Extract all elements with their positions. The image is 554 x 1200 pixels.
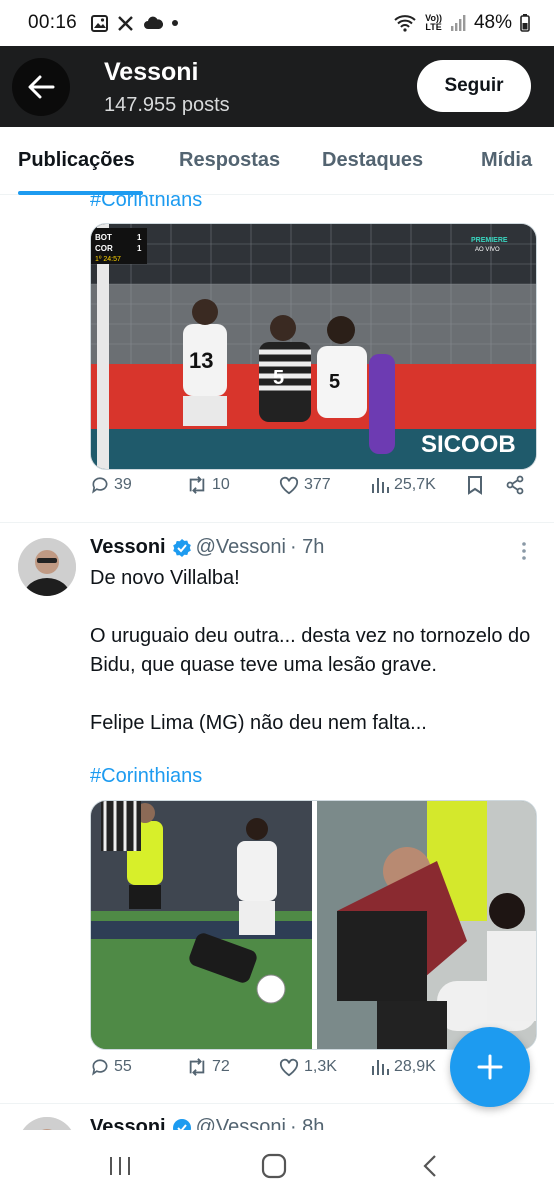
volte-label: Vo)) LTE (425, 13, 442, 32)
heart-icon (279, 476, 299, 495)
post1-like-button[interactable]: 377 (278, 475, 331, 495)
post3-header: Vessoni @Vessoni · 8h (90, 1116, 324, 1130)
recent-apps-button[interactable] (100, 1148, 140, 1184)
reply-count: 39 (114, 476, 132, 493)
heart-icon (279, 1058, 299, 1077)
scoreboard-team1: BOT (95, 233, 112, 242)
reply-icon (92, 477, 108, 494)
recent-apps-icon (110, 1157, 130, 1175)
post2-text-line2: O uruguaio deu outra... desta vez no tor… (90, 625, 531, 676)
views-icon (372, 478, 389, 493)
post2-reply-button[interactable]: 55 (90, 1057, 132, 1077)
post1-image[interactable]: BOT COR 1 1 1º 24:57 PREMIERE AO VIVO SI… (90, 223, 537, 470)
post2-hashtag[interactable]: #Corinthians (90, 765, 202, 788)
post3-handle[interactable]: @Vessoni (196, 1116, 286, 1130)
post1-hashtag[interactable]: #Corinthians (90, 195, 202, 212)
status-time: 00:16 (28, 12, 78, 33)
tab-destaques[interactable]: Destaques (322, 149, 423, 172)
jersey-number-3: 5 (329, 371, 340, 393)
notification-icons (91, 14, 179, 32)
share-icon (506, 475, 524, 495)
gallery-icon (91, 14, 109, 32)
post2-author-name[interactable]: Vessoni (90, 536, 166, 559)
post-count: 147.955 posts (104, 94, 230, 116)
scoreboard-score2: 1 (137, 244, 142, 253)
reply-count: 55 (114, 1058, 132, 1075)
system-back-button[interactable] (410, 1148, 450, 1184)
home-icon (261, 1153, 287, 1179)
cloud-icon (144, 16, 164, 29)
repost-icon (189, 476, 205, 494)
scoreboard-score1: 1 (137, 233, 142, 242)
home-button[interactable] (254, 1148, 294, 1184)
follow-button[interactable]: Seguir (417, 60, 531, 112)
repost-icon (189, 1058, 205, 1076)
compose-post-button[interactable] (450, 1027, 530, 1107)
post3-avatar[interactable] (18, 1117, 76, 1130)
post-divider (0, 1103, 554, 1104)
post2-more-button[interactable] (520, 541, 528, 566)
view-count: 25,7K (394, 476, 436, 493)
like-count: 377 (304, 476, 331, 493)
post2-views-button[interactable]: 28,9K (370, 1057, 436, 1077)
ad-board-text: SICOOB (421, 431, 516, 458)
profile-tabs: Publicações Respostas Destaques Mídia (0, 127, 554, 195)
chevron-left-icon (423, 1155, 436, 1177)
post2-repost-button[interactable]: 72 (186, 1057, 230, 1077)
tab-midia[interactable]: Mídia (481, 149, 532, 172)
match-photo-1: BOT COR 1 1 1º 24:57 PREMIERE AO VIVO SI… (91, 224, 536, 469)
wifi-icon (394, 15, 416, 32)
post3-timestamp: · 8h (289, 1116, 325, 1130)
jersey-number-2: 5 (273, 367, 284, 389)
profile-name: Vessoni (104, 58, 199, 86)
post2-avatar[interactable] (18, 538, 76, 596)
post2-handle[interactable]: @Vessoni (196, 536, 286, 559)
reply-icon (92, 1059, 108, 1076)
post2-like-button[interactable]: 1,3K (278, 1057, 337, 1077)
live-label: AO VIVO (475, 247, 500, 253)
more-notifications-dot (172, 20, 179, 26)
view-count: 28,9K (394, 1058, 436, 1075)
post1-reply-button[interactable]: 39 (90, 475, 132, 495)
repost-count: 72 (212, 1058, 230, 1075)
post2-header: Vessoni @Vessoni · 7h (90, 536, 324, 559)
post2-text-line3: Felipe Lima (MG) não deu nem falta... (90, 712, 427, 734)
like-count: 1,3K (304, 1058, 337, 1075)
system-navigation-bar (0, 1130, 554, 1200)
post1-repost-button[interactable]: 10 (186, 475, 230, 495)
signal-icon (450, 15, 466, 31)
x-app-icon (118, 15, 133, 31)
scoreboard-team2: COR (95, 244, 113, 253)
profile-header: Vessoni 147.955 posts Seguir (0, 46, 554, 127)
repost-count: 10 (212, 476, 230, 493)
post-divider (0, 522, 554, 523)
battery-percent: 48% (473, 12, 512, 33)
post2-timestamp: · 7h (289, 536, 325, 558)
jersey-number-1: 13 (189, 348, 213, 373)
status-bar: 00:16 Vo)) LTE 48% (0, 0, 554, 46)
views-icon (372, 1060, 389, 1075)
tab-respostas[interactable]: Respostas (179, 149, 280, 172)
battery-icon (520, 14, 530, 32)
post2-text-line1: De novo Villalba! (90, 567, 240, 589)
verified-badge-icon (172, 1118, 191, 1130)
more-vertical-icon (522, 542, 526, 560)
post1-bookmark-button[interactable] (466, 475, 484, 495)
tab-publicacoes[interactable]: Publicações (18, 149, 135, 172)
arrow-left-icon (28, 75, 55, 99)
post1-views-button[interactable]: 25,7K (370, 475, 436, 495)
verified-badge-icon (172, 538, 191, 557)
plus-icon (477, 1054, 503, 1080)
post2-image-right[interactable] (317, 801, 537, 1050)
post3-author-name[interactable]: Vessoni (90, 1116, 166, 1130)
post2-media (90, 800, 537, 1050)
back-button[interactable] (12, 58, 70, 116)
scoreboard-clock: 1º 24:57 (95, 256, 121, 263)
bookmark-icon (468, 476, 482, 495)
timeline[interactable]: #Corinthians BOT COR 1 1 1º 24:57 PREMIE… (0, 195, 554, 1130)
broadcaster-label: PREMIERE (471, 237, 508, 244)
post1-share-button[interactable] (505, 475, 525, 495)
